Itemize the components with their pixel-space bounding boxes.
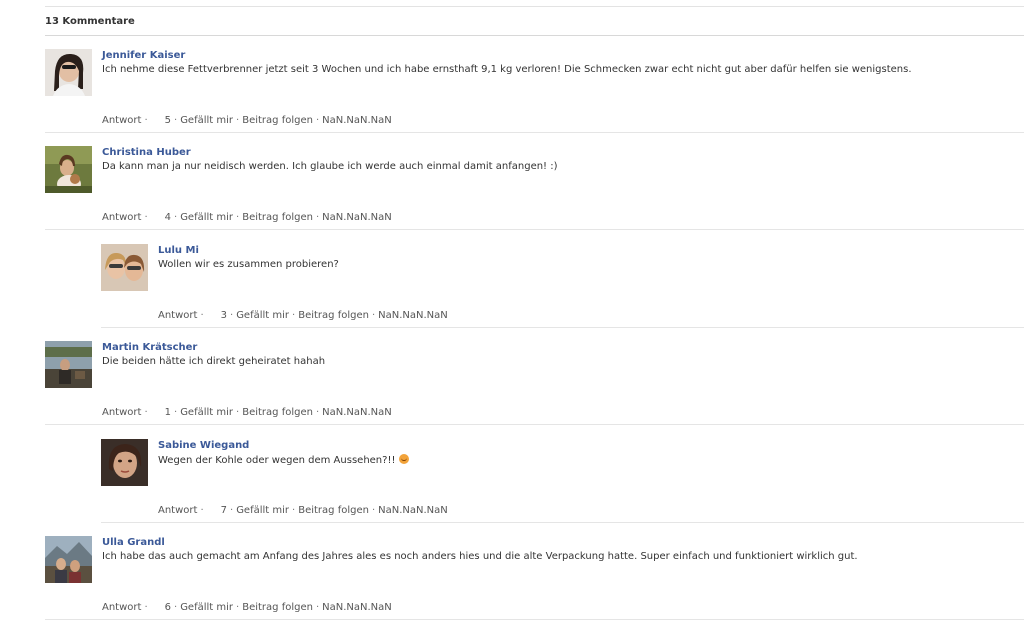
comment-date: NaN.NaN.NaN [378,505,448,516]
top-divider [45,6,1024,7]
avatar[interactable] [45,49,92,96]
comment-divider [45,229,1024,230]
separator-dot: · [236,602,240,613]
comment-divider [45,424,1024,425]
comment-actions: Antwort · 3 · Gefällt mir · Beitrag folgen · NaN… [158,310,448,321]
comment-text: Da kann man ja nur neidisch werden. Ich … [102,161,558,172]
separator-dot: · [174,407,178,418]
comment-date: NaN.NaN.NaN [322,602,392,613]
grinning-face-emoji-icon [399,454,410,464]
separator-dot: · [315,212,320,223]
comment-author[interactable]: Martin Krätscher [102,342,197,353]
separator-dot: · [144,115,148,126]
separator-dot: · [200,505,204,516]
like-link[interactable]: Gefällt mir [180,212,233,223]
comment-actions: Antwort · 6 · Gefällt mir · Beitrag folgen · NaN… [102,602,392,613]
comment-date: NaN.NaN.NaN [322,407,392,418]
like-link[interactable]: Gefällt mir [180,407,233,418]
like-count: 7 [220,505,227,516]
follow-post-link[interactable]: Beitrag folgen [242,407,313,418]
separator-dot: · [230,310,234,321]
avatar[interactable] [101,244,148,291]
comment-date: NaN.NaN.NaN [322,115,392,126]
separator-dot: · [174,602,178,613]
follow-post-link[interactable]: Beitrag folgen [242,212,313,223]
comment-actions: Antwort · 4 · Gefällt mir · Beitrag folgen · NaN… [102,212,392,223]
comment-divider [101,522,1024,523]
reply-link[interactable]: Antwort [158,310,197,321]
comment-item: Martin Krätscher Die beiden hätte ich di… [45,341,1024,425]
comment-actions: Antwort · 7 · Gefällt mir · Beitrag folgen · NaN… [158,505,448,516]
separator-dot: · [200,310,204,321]
like-count: 6 [164,602,171,613]
comment-text: Ich habe das auch gemacht am Anfang des … [102,551,858,562]
separator-dot: · [292,505,296,516]
comment-actions: Antwort · 5 · Gefällt mir · Beitrag folgen · NaN… [102,115,392,126]
comment-author[interactable]: Christina Huber [102,147,191,158]
comment-text: Wollen wir es zusammen probieren? [158,259,339,270]
reply-link[interactable]: Antwort [102,407,141,418]
follow-post-link[interactable]: Beitrag folgen [298,505,369,516]
comment-item: Ulla Grandl Ich habe das auch gemacht am… [45,536,1024,620]
separator-dot: · [371,310,376,321]
reply-link[interactable]: Antwort [158,505,197,516]
like-link[interactable]: Gefällt mir [180,602,233,613]
comment-actions: Antwort · 1 · Gefällt mir · Beitrag folgen · NaN… [102,407,392,418]
comment-text: Die beiden hätte ich direkt geheiratet h… [102,356,326,367]
comment-item: Christina Huber Da kann man ja nur neidi… [45,146,1024,230]
separator-dot: · [144,212,148,223]
comment-text-row: Wegen der Kohle oder wegen dem Aussehen?… [158,454,410,466]
like-link[interactable]: Gefällt mir [236,505,289,516]
header-divider [45,35,1024,36]
reply-link[interactable]: Antwort [102,602,141,613]
separator-dot: · [236,115,240,126]
follow-post-link[interactable]: Beitrag folgen [242,115,313,126]
like-count: 1 [164,407,171,418]
comment-author[interactable]: Sabine Wiegand [158,440,249,451]
follow-post-link[interactable]: Beitrag folgen [298,310,369,321]
comment-author[interactable]: Jennifer Kaiser [102,50,185,61]
comment-divider [101,327,1024,328]
like-link[interactable]: Gefällt mir [180,115,233,126]
reply-item: Sabine Wiegand Wegen der Kohle oder wege… [101,439,1024,523]
like-count: 5 [164,115,171,126]
comment-date: NaN.NaN.NaN [378,310,448,321]
avatar[interactable] [45,536,92,583]
separator-dot: · [236,407,240,418]
separator-dot: · [144,407,148,418]
comment-text: Wegen der Kohle oder wegen dem Aussehen?… [158,455,396,466]
comment-divider [45,132,1024,133]
avatar[interactable] [45,341,92,388]
reply-item: Lulu Mi Wollen wir es zusammen probieren… [101,244,1024,328]
comment-author[interactable]: Lulu Mi [158,245,199,256]
reply-link[interactable]: Antwort [102,212,141,223]
separator-dot: · [315,115,320,126]
separator-dot: · [292,310,296,321]
like-link[interactable]: Gefällt mir [236,310,289,321]
comment-author[interactable]: Ulla Grandl [102,537,165,548]
separator-dot: · [174,212,178,223]
separator-dot: · [315,602,320,613]
comment-text: Ich nehme diese Fettverbrenner jetzt sei… [102,64,912,75]
avatar[interactable] [101,439,148,486]
comment-date: NaN.NaN.NaN [322,212,392,223]
like-count: 4 [164,212,171,223]
separator-dot: · [144,602,148,613]
reply-link[interactable]: Antwort [102,115,141,126]
separator-dot: · [315,407,320,418]
comment-item: Jennifer Kaiser Ich nehme diese Fettverb… [45,49,1024,133]
separator-dot: · [236,212,240,223]
comment-count-header: 13 Kommentare [45,16,135,27]
comment-divider [45,619,1024,620]
separator-dot: · [371,505,376,516]
avatar[interactable] [45,146,92,193]
separator-dot: · [230,505,234,516]
like-count: 3 [220,310,227,321]
follow-post-link[interactable]: Beitrag folgen [242,602,313,613]
separator-dot: · [174,115,178,126]
